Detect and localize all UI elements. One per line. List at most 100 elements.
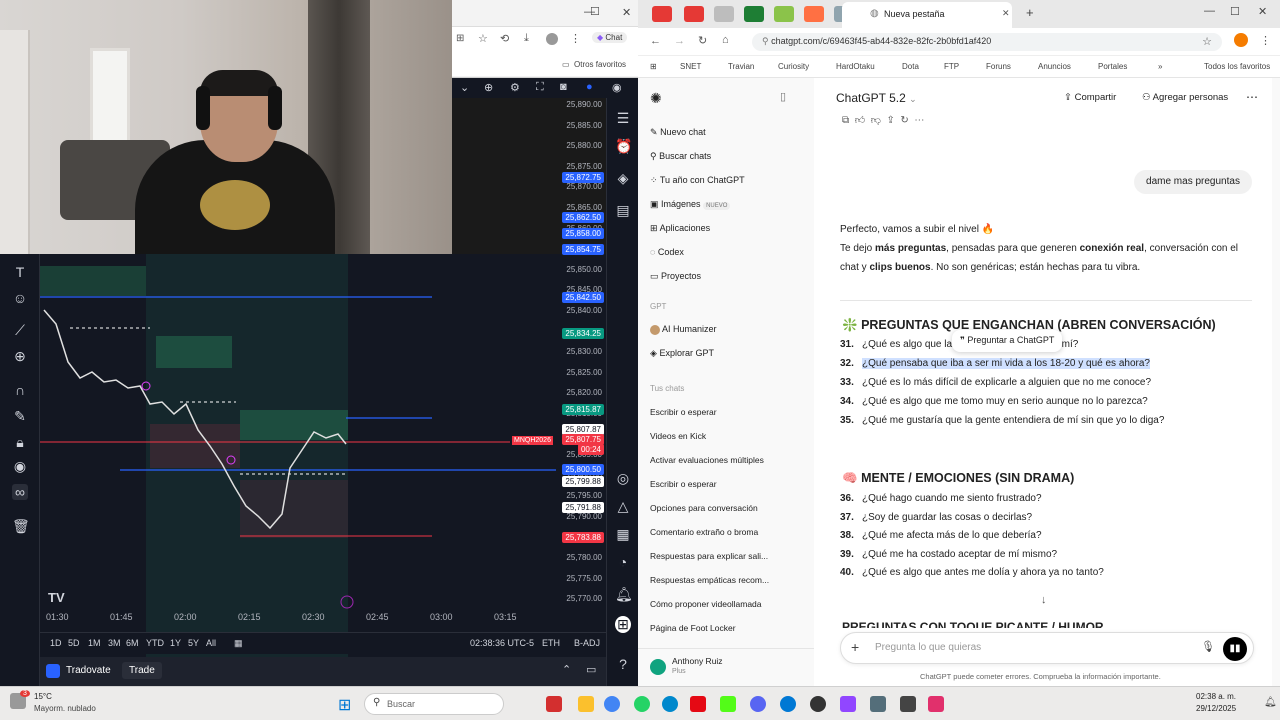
scroll-down-icon[interactable]: ↓ xyxy=(1041,594,1047,606)
range-3m[interactable]: 3M xyxy=(108,638,121,648)
sidebar-item-new-chat[interactable]: ✎ Nuevo chat xyxy=(650,127,706,138)
text-tool-icon[interactable]: T xyxy=(12,264,28,280)
tab-excel[interactable] xyxy=(744,6,764,22)
bookmark-portales[interactable]: Portales xyxy=(1098,62,1127,71)
range-ytd[interactable]: YTD xyxy=(146,638,164,648)
range-5y[interactable]: 5Y xyxy=(188,638,199,648)
forward-icon[interactable]: → xyxy=(674,35,685,47)
thumbs-down-icon[interactable]: 👎︎ xyxy=(871,115,881,126)
tab-search-icon[interactable]: ⊞ xyxy=(456,33,464,44)
magnet-icon[interactable]: ∩ xyxy=(12,382,28,398)
add-people-button[interactable]: ⚇ Agregar personas xyxy=(1142,92,1228,103)
user-menu[interactable]: Anthony Ruiz Plus xyxy=(638,648,814,686)
new-tab-icon[interactable]: + xyxy=(1026,5,1034,20)
file-explorer-icon[interactable] xyxy=(578,696,594,712)
zoom-icon[interactable]: ⊕ xyxy=(484,81,493,94)
share-button[interactable]: ⇪ Compartir xyxy=(1064,92,1116,103)
lock-icon[interactable]: 🔒︎ xyxy=(12,434,28,451)
zoom-in-icon[interactable]: ⊕ xyxy=(12,348,28,365)
page-scrollbar[interactable] xyxy=(1272,78,1280,686)
reload-icon[interactable]: ↻ xyxy=(698,34,707,47)
chrome-icon[interactable] xyxy=(604,696,620,712)
eye-icon[interactable]: ◉ xyxy=(12,458,28,475)
home-icon[interactable]: ⌂ xyxy=(722,34,729,46)
bell-icon[interactable]: 🔔︎ xyxy=(615,586,633,603)
gpt-item-humanizer[interactable]: AI Humanizer xyxy=(650,324,717,335)
bookmark-star-icon[interactable]: ☆ xyxy=(1202,35,1212,48)
thumbs-up-icon[interactable]: 👍︎ xyxy=(855,115,865,126)
composer-input[interactable]: Pregunta lo que quieras xyxy=(875,642,981,653)
chat-history-item[interactable]: Videos en Kick xyxy=(650,431,706,441)
emoji-icon[interactable]: ☺ xyxy=(12,290,28,306)
taskbar-search[interactable]: ⚲ Buscar xyxy=(364,693,504,715)
bookmark-hardotaku[interactable]: HardOtaku xyxy=(836,62,875,71)
settings-icon[interactable]: ⚙ xyxy=(510,81,520,94)
other-bookmarks[interactable]: Otros favoritos xyxy=(574,60,626,69)
discord-icon[interactable] xyxy=(750,696,766,712)
pencil-lock-icon[interactable]: ✎ xyxy=(12,408,28,425)
mic-icon[interactable]: 🎙︎ xyxy=(1201,640,1215,653)
windows-start-icon[interactable]: ⊞ xyxy=(338,695,351,715)
sidebar-item-images[interactable]: ▣ Imágenes NUEVO xyxy=(650,199,731,210)
maximize-panel-icon[interactable]: ▭ xyxy=(586,663,596,676)
sidebar-toggle-icon[interactable]: ▯ xyxy=(780,90,786,103)
range-1d[interactable]: 1D xyxy=(50,638,62,648)
voice-mode-icon[interactable]: ▮▮ xyxy=(1223,637,1247,661)
chat-history-item[interactable]: Opciones para conversación xyxy=(650,503,758,513)
trash-icon[interactable]: 🗑︎ xyxy=(12,518,30,535)
chat-icon[interactable]: ▤ xyxy=(615,202,631,219)
app-icon-12[interactable] xyxy=(900,696,916,712)
more-icon[interactable]: ⋯ xyxy=(914,115,924,126)
sidebar-item-apps[interactable]: ⊞ Aplicaciones xyxy=(650,223,710,234)
app-icon-1[interactable] xyxy=(546,696,562,712)
chat-history-item[interactable]: Cómo proponer videollamada xyxy=(650,599,762,609)
chat-history-item[interactable]: Respuestas para explicar sali... xyxy=(650,551,768,561)
target-icon[interactable]: ◎ xyxy=(615,470,631,487)
telegram-icon[interactable] xyxy=(662,696,678,712)
trade-button[interactable]: Trade xyxy=(122,662,162,679)
publish-icon[interactable]: ● xyxy=(586,81,593,93)
range-1y[interactable]: 1Y xyxy=(170,638,181,648)
dropdown-icon[interactable]: ⌄ xyxy=(460,81,469,94)
model-selector[interactable]: ChatGPT 5.2 ⌄ xyxy=(836,91,917,105)
openai-logo-icon[interactable]: ✺ xyxy=(650,90,662,107)
adjustment[interactable]: B-ADJ xyxy=(574,638,600,648)
bookmark-all[interactable]: Todos los favoritos xyxy=(1204,62,1270,71)
watchlist-icon[interactable]: ☰ xyxy=(615,110,631,127)
regenerate-icon[interactable]: ↻ xyxy=(900,115,908,126)
twitch-icon[interactable] xyxy=(840,696,856,712)
chat-history-item[interactable]: Escribir o esperar xyxy=(650,479,717,489)
tab-youtube-2[interactable] xyxy=(684,6,704,22)
chat-history-item[interactable]: Activar evaluaciones múltiples xyxy=(650,455,764,465)
sidebar-item-projects[interactable]: ▭ Proyectos xyxy=(650,271,701,282)
bookmark-dota[interactable]: Dota xyxy=(902,62,919,71)
bookmark-anuncios[interactable]: Anuncios xyxy=(1038,62,1071,71)
kick-icon[interactable] xyxy=(720,696,736,712)
alerts-clock-icon[interactable]: ⏰ xyxy=(615,138,632,155)
bookmark-foruns[interactable]: Foruns xyxy=(986,62,1011,71)
chat-history-item[interactable]: Escribir o esperar xyxy=(650,407,717,417)
apps-icon[interactable]: ⊞ xyxy=(650,62,657,71)
edge-icon[interactable] xyxy=(780,696,796,712)
bookmark-ftp[interactable]: FTP xyxy=(944,62,959,71)
bookmarks-overflow-icon[interactable]: » xyxy=(1158,62,1162,71)
browser-menu-icon[interactable]: ⋮ xyxy=(1260,34,1271,47)
range-6m[interactable]: 6M xyxy=(126,638,139,648)
alert-icon[interactable]: ◉ xyxy=(612,81,622,94)
calendar-icon[interactable]: ▦ xyxy=(615,526,631,543)
whatsapp-icon[interactable] xyxy=(634,696,650,712)
url-bar[interactable]: ⚲ chatgpt.com/c/69463f45-ab44-832e-82fc-… xyxy=(752,33,1222,51)
profile-avatar[interactable] xyxy=(546,33,558,45)
menu-icon[interactable]: ⋮ xyxy=(570,32,581,45)
signal-icon[interactable]: ◔ xyxy=(615,554,631,570)
bookmark-travian[interactable]: Travian xyxy=(728,62,754,71)
obs-icon[interactable] xyxy=(810,696,826,712)
tab-3[interactable] xyxy=(714,6,734,22)
tab-6[interactable] xyxy=(804,6,824,22)
fullscreen-icon[interactable]: ⛶ xyxy=(536,81,544,94)
camera-icon[interactable]: ◙ xyxy=(560,81,567,93)
range-5d[interactable]: 5D xyxy=(68,638,80,648)
exchange[interactable]: ETH xyxy=(542,638,560,648)
instagram-icon[interactable] xyxy=(928,696,944,712)
range-1m[interactable]: 1M xyxy=(88,638,101,648)
